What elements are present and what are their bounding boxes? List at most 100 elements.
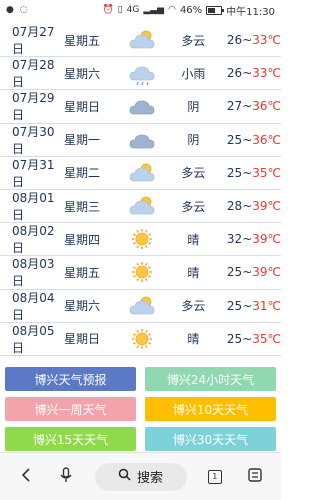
forecast-row[interactable]: 07月31日 星期二 多云 25~35℃ xyxy=(0,157,281,190)
forecast-condition: 多云 xyxy=(181,299,206,314)
forecast-condition: 晴 xyxy=(187,265,200,280)
forecast-date: 07月31日 xyxy=(12,157,55,189)
temp-high: 31℃ xyxy=(252,298,281,313)
forecast-row[interactable]: 08月01日 星期三 多云 28~39℃ xyxy=(0,190,281,224)
search-button[interactable]: 搜索 xyxy=(94,462,187,491)
temp-low: 25 xyxy=(226,265,243,280)
forecast-row[interactable]: 07月27日 星期五 多云 26~33℃ xyxy=(0,24,281,58)
forecast-temp: 25~35℃ xyxy=(226,165,281,180)
menu-button[interactable] xyxy=(243,465,267,489)
forecast-weekday: 星期六 xyxy=(63,66,100,81)
forecast-condition: 多云 xyxy=(181,33,206,48)
forecast-row[interactable]: 08月03日 星期五 晴 25~39℃ xyxy=(0,256,281,290)
signal-icon: ▂▃▅ xyxy=(143,5,165,15)
forecast-temp: 26~33℃ xyxy=(226,33,281,48)
forecast-link-button[interactable]: 博兴15天天气 xyxy=(5,427,136,451)
forecast-row[interactable]: 08月05日 星期日 晴 25~35℃ xyxy=(0,323,281,356)
forecast-date: 08月02日 xyxy=(12,224,55,256)
back-icon xyxy=(20,467,32,486)
network-label: 4G xyxy=(126,5,140,15)
forecast-list: 07月27日 星期五 多云 26~33℃ 07月28日 星期六 小雨 26~33℃ 07月29日… xyxy=(0,24,281,356)
forecast-row[interactable]: 08月04日 星期六 多云 25~31℃ xyxy=(0,290,281,323)
forecast-condition: 小雨 xyxy=(181,66,206,81)
forecast-condition: 多云 xyxy=(181,166,206,181)
temp-high: 35℃ xyxy=(252,331,281,346)
temp-high: 36℃ xyxy=(252,132,281,147)
temp-low: 32 xyxy=(226,232,243,247)
alarm-icon: ⏰ xyxy=(102,5,114,15)
forecast-condition: 多云 xyxy=(181,199,206,214)
forecast-row[interactable]: 07月28日 星期六 小雨 26~33℃ xyxy=(0,57,281,91)
forecast-link-button[interactable]: 博兴24小时天气 xyxy=(145,367,276,391)
temp-high: 35℃ xyxy=(252,165,281,180)
status-bar: ● ◌ ⏰ ▯ 4G ▂▃▅ ◠ 46% 中午11:30 xyxy=(0,0,281,20)
back-button[interactable] xyxy=(14,465,38,489)
forecast-condition: 阴 xyxy=(187,133,200,148)
forecast-date: 08月03日 xyxy=(12,257,55,289)
forecast-weekday: 星期五 xyxy=(63,33,100,48)
forecast-date: 07月30日 xyxy=(12,124,55,156)
forecast-weekday: 星期六 xyxy=(63,299,100,314)
forecast-temp: 25~39℃ xyxy=(226,265,281,280)
forecast-weekday: 星期二 xyxy=(63,166,100,181)
forecast-temp: 27~36℃ xyxy=(226,99,281,114)
partly-cloudy-icon xyxy=(117,28,168,52)
forecast-link-button[interactable]: 博兴30天天气 xyxy=(145,427,276,451)
forecast-weekday: 星期五 xyxy=(63,265,100,280)
forecast-temp: 25~35℃ xyxy=(226,331,281,346)
wifi-icon: ◠ xyxy=(168,5,176,15)
microphone-icon xyxy=(59,466,73,487)
forecast-weekday: 星期三 xyxy=(63,199,100,214)
forecast-date: 07月28日 xyxy=(12,58,55,90)
status-right: ⏰ ▯ 4G ▂▃▅ ◠ 46% 中午11:30 xyxy=(102,3,275,18)
notification-icon: ◌ xyxy=(19,5,28,15)
forecast-condition: 晴 xyxy=(187,232,200,247)
clock-time: 中午11:30 xyxy=(226,6,275,18)
search-icon xyxy=(118,468,131,485)
sunny-icon xyxy=(117,326,168,352)
browser-nav-bar: 搜索 1 xyxy=(0,452,281,500)
forecast-date: 07月27日 xyxy=(12,25,55,57)
forecast-link-button[interactable]: 博兴10天天气 xyxy=(145,397,276,421)
tabs-button[interactable]: 1 xyxy=(203,465,227,489)
menu-icon xyxy=(248,467,262,486)
temp-low: 25 xyxy=(226,132,243,147)
light-rain-icon xyxy=(117,60,168,86)
forecast-date: 07月29日 xyxy=(12,91,55,123)
temp-high: 33℃ xyxy=(252,33,281,48)
status-dot-icon: ● xyxy=(6,5,14,15)
forecast-weekday: 星期日 xyxy=(63,332,100,347)
forecast-link-button[interactable]: 博兴一周天气 xyxy=(5,397,136,421)
battery-icon xyxy=(206,5,225,15)
temp-low: 26 xyxy=(226,66,243,81)
forecast-links: 博兴天气预报 博兴24小时天气 博兴一周天气 博兴10天天气 博兴15天天气 博兴30天天… xyxy=(5,367,276,451)
forecast-temp: 32~39℃ xyxy=(226,232,281,247)
forecast-date: 08月01日 xyxy=(12,191,55,223)
temp-high: 36℃ xyxy=(252,99,281,114)
forecast-date: 08月04日 xyxy=(12,290,55,322)
battery-text: 46% xyxy=(179,4,203,16)
temp-low: 25 xyxy=(226,331,243,346)
search-label: 搜索 xyxy=(136,471,163,486)
sunny-icon xyxy=(117,226,168,252)
vibrate-icon: ▯ xyxy=(117,5,123,15)
forecast-weekday: 星期日 xyxy=(63,99,100,114)
forecast-weekday: 星期一 xyxy=(63,133,100,148)
temp-high: 39℃ xyxy=(252,199,281,214)
forecast-row[interactable]: 07月30日 星期一 阴 25~36℃ xyxy=(0,124,281,157)
forecast-temp: 26~33℃ xyxy=(226,66,281,81)
voice-button[interactable] xyxy=(54,465,78,489)
partly-cloudy-icon xyxy=(117,294,168,318)
overcast-icon xyxy=(117,94,168,118)
tab-count: 1 xyxy=(207,469,222,484)
forecast-link-button[interactable]: 博兴天气预报 xyxy=(5,367,136,391)
overcast-icon xyxy=(117,128,168,152)
temp-low: 28 xyxy=(226,199,243,214)
temp-low: 26 xyxy=(226,33,243,48)
forecast-row[interactable]: 07月29日 星期日 阴 27~36℃ xyxy=(0,90,281,124)
forecast-temp: 25~31℃ xyxy=(226,298,281,313)
forecast-weekday: 星期四 xyxy=(63,232,100,247)
partly-cloudy-icon xyxy=(117,161,168,185)
forecast-date: 08月05日 xyxy=(12,323,55,355)
forecast-row[interactable]: 08月02日 星期四 晴 32~39℃ xyxy=(0,223,281,257)
